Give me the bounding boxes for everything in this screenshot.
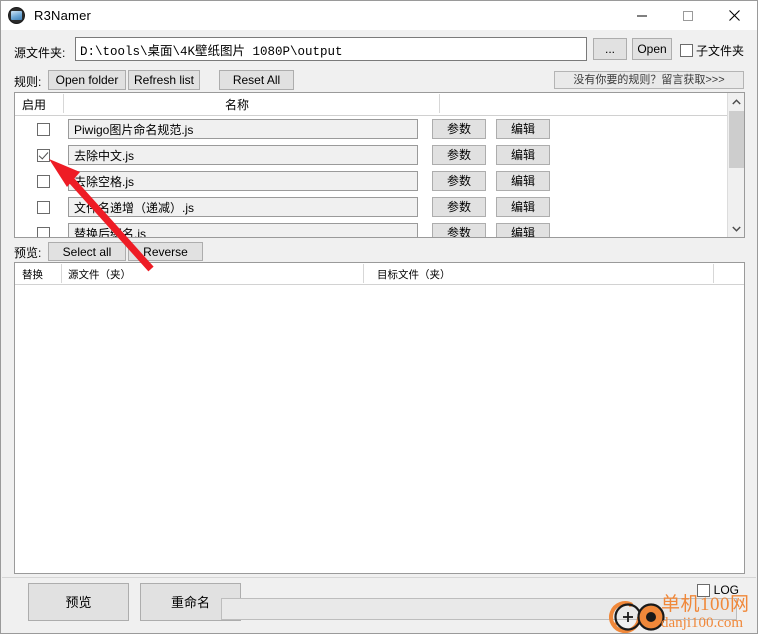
rule-params-button[interactable]: 参数 [432,223,486,237]
rule-edit-button[interactable]: 编辑 [496,119,550,139]
rule-params-button[interactable]: 参数 [432,145,486,165]
rule-name-field[interactable]: 文件名递增（递减）.js [68,197,418,217]
rule-name-field[interactable]: 去除空格.js [68,171,418,191]
subfolder-checkbox[interactable] [680,44,693,57]
rules-header-divider-1 [63,94,64,113]
promo-link-button[interactable]: 没有你要的规则？留言获取>>> [554,71,744,89]
open-folder-button[interactable]: Open folder [48,70,126,90]
preview-col-replace: 替换 [22,269,43,281]
rule-actions: 参数 编辑 [432,223,550,237]
rules-table-header: 启用 名称 [15,93,744,116]
subfolder-label: 子文件夹 [696,44,745,58]
preview-button[interactable]: 预览 [28,583,129,621]
rule-edit-button[interactable]: 编辑 [496,223,550,237]
reverse-button[interactable]: Reverse [128,242,203,261]
select-all-button[interactable]: Select all [48,242,126,261]
scroll-up-icon[interactable] [728,93,744,110]
rule-name-field[interactable]: 替换后缀名.js [68,223,418,237]
window-controls [619,1,757,30]
preview-header-divider-3 [713,264,714,283]
rules-col-name: 名称 [225,98,250,112]
open-button[interactable]: Open [632,38,672,60]
rule-actions: 参数 编辑 [432,197,550,217]
preview-label: 预览: [14,246,42,260]
rule-row: 去除空格.js 参数 编辑 [15,168,744,194]
scroll-down-icon[interactable] [728,220,744,237]
rules-col-enable: 启用 [22,98,47,112]
rule-edit-button[interactable]: 编辑 [496,145,550,165]
reset-all-button[interactable]: Reset All [219,70,294,90]
app-icon [8,7,25,24]
preview-header-divider-2 [363,264,364,283]
rule-edit-button[interactable]: 编辑 [496,197,550,217]
app-window: R3Namer 源文件夹: D:\tools\桌面\4K壁纸图片 1080P\o… [0,0,758,634]
rule-actions: 参数 编辑 [432,171,550,191]
bottom-divider [2,577,756,578]
rule-params-button[interactable]: 参数 [432,119,486,139]
preview-table-header: 替换 源文件（夹） 目标文件（夹） [15,263,744,285]
rule-name-field[interactable]: 去除中文.js [68,145,418,165]
preview-header-divider-1 [61,264,62,283]
log-checkbox-group[interactable]: LOG [696,583,739,597]
rule-enable-checkbox[interactable] [37,122,50,136]
rule-enable-checkbox[interactable] [37,226,50,237]
source-folder-label: 源文件夹: [14,46,66,60]
maximize-button[interactable] [665,1,711,30]
refresh-list-button[interactable]: Refresh list [128,70,200,90]
rule-row: Piwigo图片命名规范.js 参数 编辑 [15,116,744,142]
rule-row: 去除中文.js 参数 编辑 [15,142,744,168]
rule-enable-checkbox[interactable] [37,200,50,214]
rules-scrollbar-thumb[interactable] [729,111,744,168]
log-label: LOG [713,583,739,597]
subfolder-checkbox-group[interactable]: 子文件夹 [680,42,744,59]
minimize-button[interactable] [619,1,665,30]
rules-table-body: Piwigo图片命名规范.js 参数 编辑 去除中文.js 参数 编辑 去除空格.js 参数编… [15,116,744,237]
rules-header-divider-2 [439,94,440,113]
rule-params-button[interactable]: 参数 [432,171,486,191]
preview-col-source: 源文件（夹） [68,269,131,281]
rule-row: 文件名递增（递减）.js 参数 编辑 [15,194,744,220]
window-title: R3Namer [34,8,92,23]
rule-enable-checkbox[interactable] [37,174,50,188]
browse-button[interactable]: ... [593,38,627,60]
source-folder-input[interactable]: D:\tools\桌面\4K壁纸图片 1080P\output [75,37,587,61]
rule-row: 替换后缀名.js 参数 编辑 [15,220,744,237]
preview-col-target: 目标文件（夹） [377,269,451,281]
status-bar [221,598,737,620]
preview-panel: 替换 源文件（夹） 目标文件（夹） [14,262,745,574]
rule-actions: 参数 编辑 [432,119,550,139]
rules-label: 规则: [14,75,42,89]
rule-name-field[interactable]: Piwigo图片命名规范.js [68,119,418,139]
rules-panel: 启用 名称 Piwigo图片命名规范.js 参数 编辑 去除中文.js 参数 编辑 去除空格… [14,92,745,238]
log-checkbox[interactable] [696,583,710,597]
close-button[interactable] [711,1,757,30]
rule-actions: 参数 编辑 [432,145,550,165]
rule-enable-checkbox[interactable] [37,148,50,162]
rules-scrollbar[interactable] [727,93,744,237]
rule-edit-button[interactable]: 编辑 [496,171,550,191]
rule-params-button[interactable]: 参数 [432,197,486,217]
title-bar: R3Namer [1,1,757,30]
